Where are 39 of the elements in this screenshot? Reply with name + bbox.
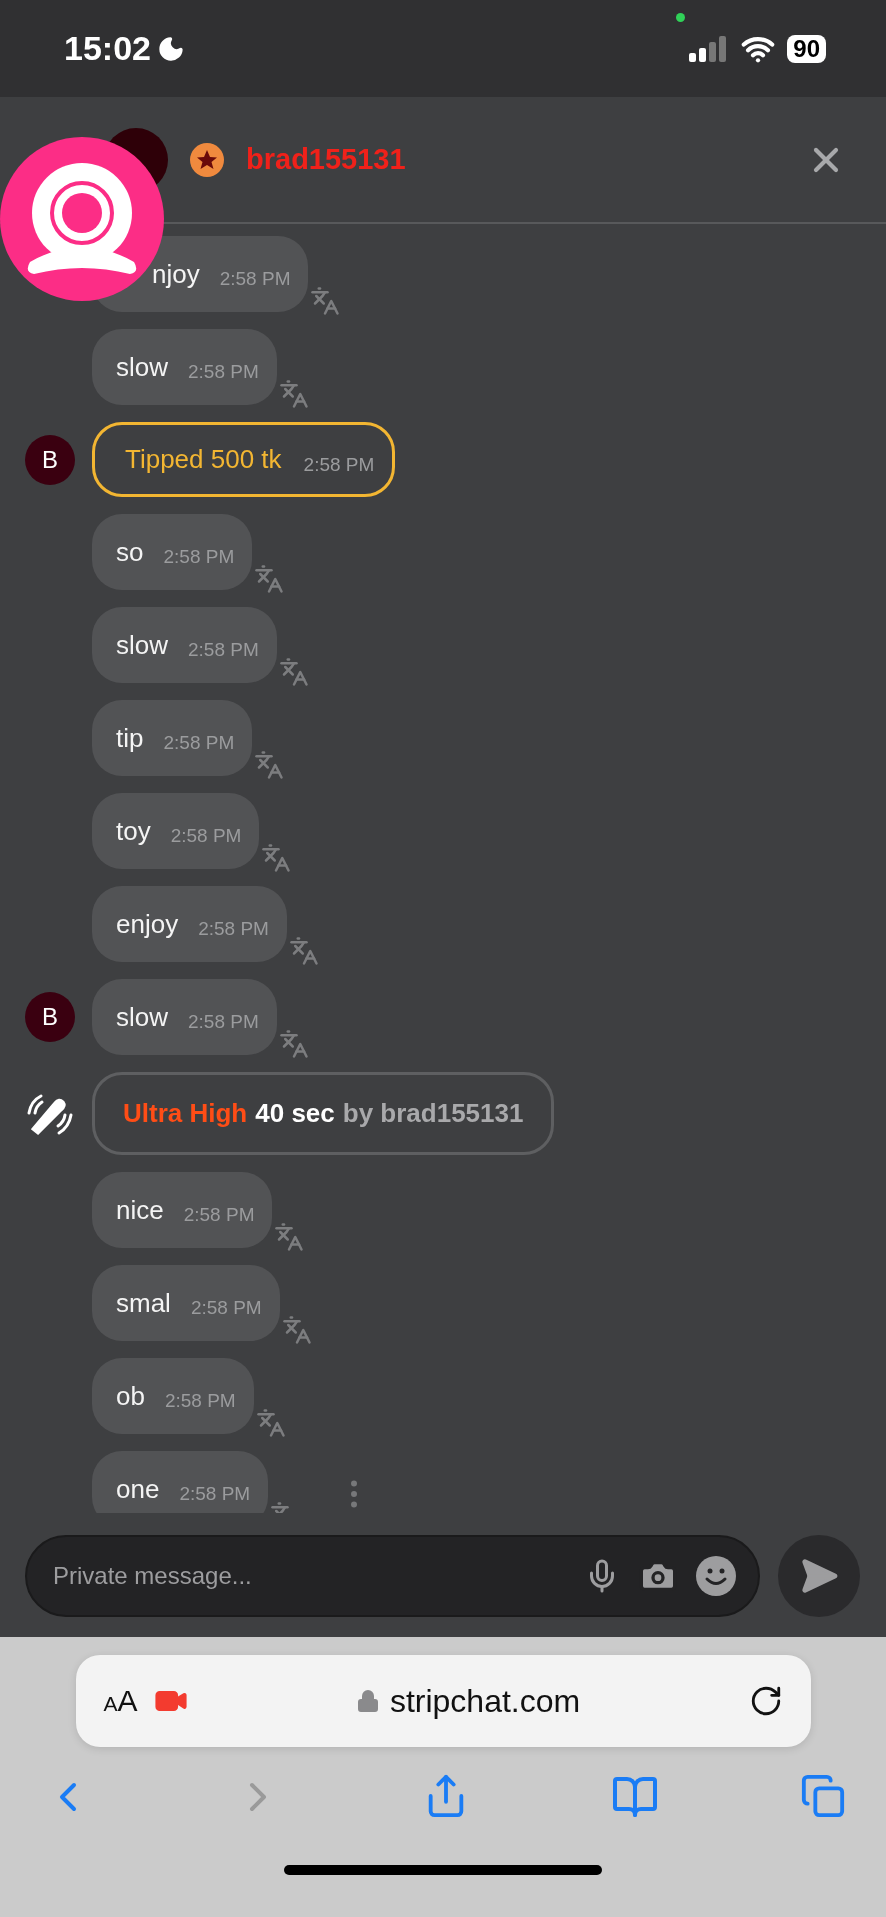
text-size-button[interactable]: AA — [103, 1684, 138, 1718]
message-bar[interactable]: Private message... — [25, 1535, 760, 1617]
message-time: 2:58 PM — [170, 825, 242, 847]
message-time: 2:58 PM — [163, 732, 235, 754]
address-bar[interactable]: AA stripchat.com — [75, 1655, 811, 1747]
message-text: enjoy — [116, 908, 179, 940]
message-field[interactable]: Private message... — [51, 1561, 566, 1591]
status-time: 15:02 — [64, 29, 151, 68]
message-time: 2:58 PM — [188, 1011, 259, 1033]
message-time: 2:58 PM — [303, 453, 375, 476]
url-text: stripchat.com — [389, 1682, 581, 1720]
message-time: 2:58 PM — [198, 918, 269, 940]
message-text: njoy — [152, 258, 200, 290]
message-text: one — [116, 1473, 160, 1505]
message-text: ob — [116, 1380, 145, 1412]
vibration-sender: by brad155131 — [342, 1098, 524, 1129]
vibration-level: Ultra High — [123, 1098, 248, 1129]
message-text: tip — [116, 722, 144, 754]
message-text: slow — [116, 629, 168, 661]
message-time: 2:58 PM — [190, 1297, 262, 1319]
message-time: 2:58 PM — [164, 1390, 236, 1412]
message-time: 2:58 PM — [183, 1204, 255, 1226]
message-time: 2:58 PM — [188, 639, 259, 661]
message-time: 2:58 PM — [179, 1483, 251, 1505]
tip-text: Tipped 500 tk — [125, 444, 282, 475]
message-time: 2:58 PM — [188, 361, 259, 383]
message-time: 2:58 PM — [219, 268, 291, 290]
message-text: nice — [116, 1194, 164, 1226]
user-avatar: B — [25, 434, 75, 485]
battery-level: 90 — [787, 34, 826, 63]
message-text: so — [116, 536, 144, 568]
message-text: toy — [116, 815, 151, 847]
vibration-duration: 40 sec — [255, 1098, 335, 1129]
user-avatar: B — [25, 992, 75, 1042]
message-text: slow — [116, 351, 168, 383]
message-text: smal — [116, 1287, 171, 1319]
message-time: 2:58 PM — [163, 546, 235, 568]
chat-username: brad155131 — [246, 143, 407, 176]
message-text: slow — [116, 1001, 168, 1033]
